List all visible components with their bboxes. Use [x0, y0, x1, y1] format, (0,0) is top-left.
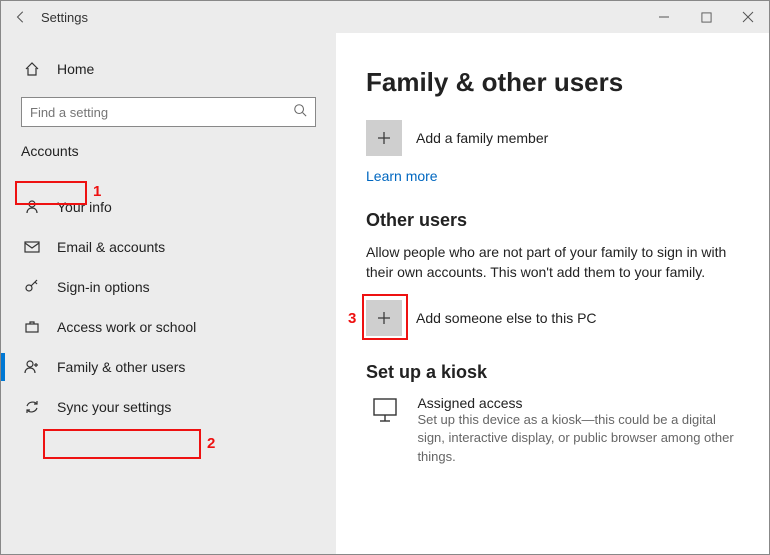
sidebar-item-label: Family & other users — [57, 359, 185, 375]
plus-icon — [376, 310, 392, 326]
add-other-user-label: Add someone else to this PC — [416, 310, 597, 326]
add-other-user-button[interactable] — [366, 300, 402, 336]
sidebar-item-label: Sign-in options — [57, 279, 150, 295]
sidebar-item-family-other-users[interactable]: Family & other users — [1, 347, 336, 387]
category-heading: Accounts — [1, 137, 336, 167]
sidebar-item-your-info[interactable]: Your info — [1, 187, 336, 227]
sidebar-item-label: Email & accounts — [57, 239, 165, 255]
close-button[interactable] — [727, 1, 769, 33]
back-button[interactable] — [1, 10, 41, 24]
sidebar-item-sync-settings[interactable]: Sync your settings — [1, 387, 336, 427]
learn-more-link[interactable]: Learn more — [366, 168, 745, 184]
kiosk-heading: Set up a kiosk — [366, 362, 745, 383]
home-button[interactable]: Home — [1, 49, 336, 89]
maximize-button[interactable] — [685, 1, 727, 33]
sidebar-item-email-accounts[interactable]: Email & accounts — [1, 227, 336, 267]
sidebar-item-label: Your info — [57, 199, 112, 215]
search-icon — [293, 103, 307, 122]
close-icon — [742, 11, 754, 23]
search-field[interactable] — [30, 105, 293, 120]
minimize-icon — [658, 11, 670, 23]
minimize-button[interactable] — [643, 1, 685, 33]
assigned-access-title[interactable]: Assigned access — [417, 395, 745, 411]
home-icon — [21, 61, 43, 77]
other-users-description: Allow people who are not part of your fa… — [366, 243, 745, 282]
home-label: Home — [57, 61, 94, 77]
sidebar-item-signin-options[interactable]: Sign-in options — [1, 267, 336, 307]
sidebar-item-label: Sync your settings — [57, 399, 171, 415]
mail-icon — [21, 239, 43, 255]
sync-icon — [21, 399, 43, 415]
person-icon — [21, 199, 43, 215]
arrow-left-icon — [14, 10, 28, 24]
page-heading: Family & other users — [366, 67, 745, 98]
other-users-heading: Other users — [366, 210, 745, 231]
add-family-member-label: Add a family member — [416, 130, 548, 146]
add-family-member-button[interactable] — [366, 120, 402, 156]
briefcase-icon — [21, 319, 43, 335]
annotation-2: 2 — [207, 435, 215, 452]
assigned-access-description: Set up this device as a kiosk—this could… — [417, 411, 745, 466]
search-input[interactable] — [21, 97, 316, 127]
sidebar-item-work-school[interactable]: Access work or school — [1, 307, 336, 347]
people-plus-icon — [21, 358, 43, 376]
window-title: Settings — [41, 10, 88, 25]
key-icon — [21, 279, 43, 295]
plus-icon — [376, 130, 392, 146]
annotation-3: 3 — [348, 310, 356, 327]
maximize-icon — [701, 12, 712, 23]
sidebar-item-label: Access work or school — [57, 319, 196, 335]
kiosk-icon — [366, 395, 403, 425]
